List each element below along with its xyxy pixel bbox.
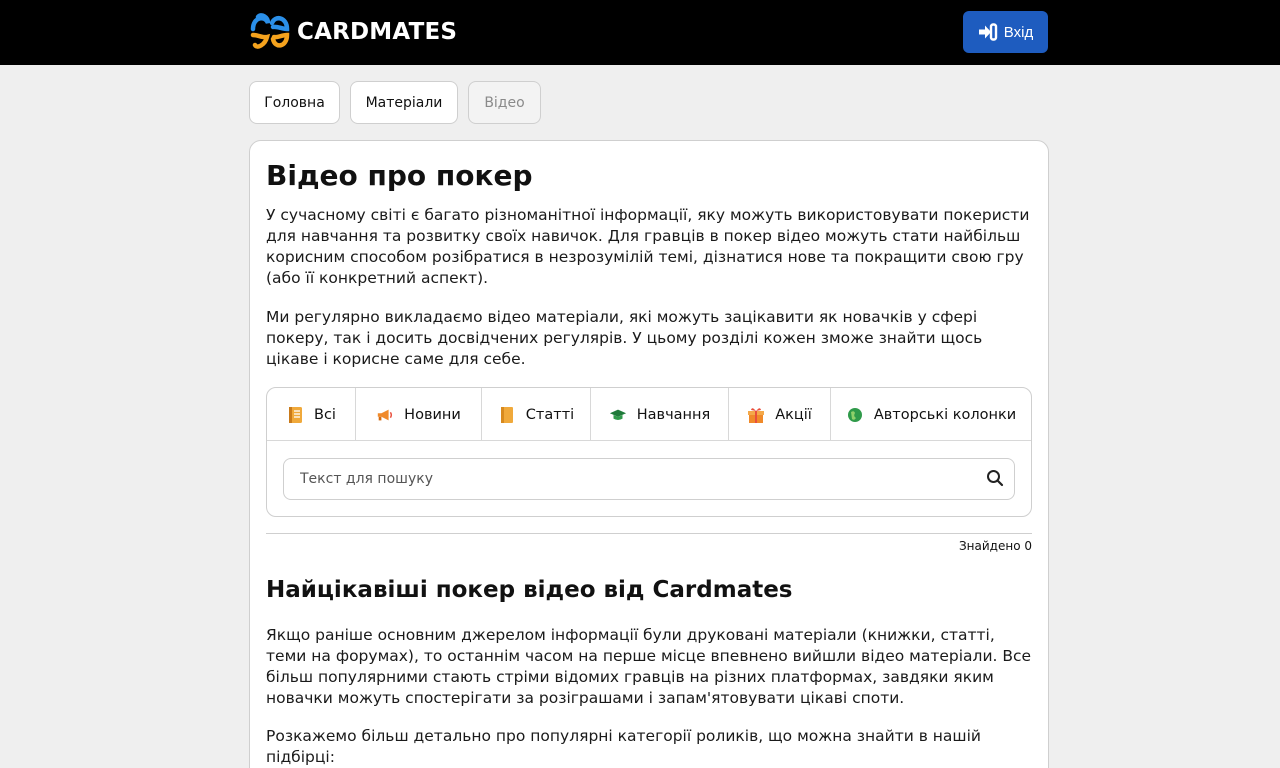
breadcrumb-video: Відео <box>468 81 541 124</box>
tab-author-columns[interactable]: Авторські колонки <box>831 388 1031 441</box>
cardmates-logo-icon <box>250 13 290 49</box>
login-label: Вхід <box>1003 23 1034 41</box>
video-filters: Всі Новини Статті Навчання Акції Авторсь… <box>266 387 1032 517</box>
globe-icon <box>846 406 864 424</box>
section-paragraph-1: Якщо раніше основним джерелом інформації… <box>266 626 1032 707</box>
results-count: Знайдено 0 <box>958 539 1032 553</box>
intro-paragraph-2: Ми регулярно викладаємо відео матеріали,… <box>266 308 983 368</box>
tab-all[interactable]: Всі <box>267 388 356 441</box>
section-paragraph-2: Розкажемо більш детально про популярні к… <box>266 727 981 766</box>
login-button[interactable]: Вхід <box>963 11 1048 53</box>
search-input[interactable] <box>284 459 974 499</box>
gift-icon <box>747 406 765 424</box>
megaphone-icon <box>376 406 394 424</box>
notebook-icon <box>286 406 304 424</box>
main-card: Відео про покер У сучасному світі є бага… <box>249 140 1049 768</box>
tab-label: Всі <box>314 406 336 423</box>
tab-articles[interactable]: Статті <box>482 388 591 441</box>
breadcrumb-home[interactable]: Головна <box>249 81 340 124</box>
results-divider <box>266 533 1032 534</box>
tab-label: Новини <box>404 406 461 423</box>
book-icon <box>498 406 516 424</box>
tab-label: Навчання <box>636 406 711 423</box>
graduation-cap-icon <box>609 406 627 424</box>
tab-label: Статті <box>525 406 575 423</box>
logo[interactable]: CARDMATES <box>249 10 457 54</box>
search-icon[interactable] <box>986 469 1004 491</box>
tab-education[interactable]: Навчання <box>591 388 729 441</box>
section-title: Найцікавіші покер відео від Cardmates <box>266 577 793 603</box>
search-box <box>283 458 1015 500</box>
category-tabs: Всі Новини Статті Навчання Акції Авторсь… <box>267 388 1031 441</box>
intro-paragraph-1: У сучасному світі є багато різноманітної… <box>266 206 1030 287</box>
tab-label: Авторські колонки <box>873 406 1017 423</box>
breadcrumb-materials[interactable]: Матеріали <box>350 81 458 124</box>
top-bar: CARDMATES Вхід <box>0 0 1280 65</box>
tab-label: Акції <box>775 406 812 423</box>
page-title: Відео про покер <box>266 159 533 192</box>
tab-promotions[interactable]: Акції <box>729 388 831 441</box>
brand-name: CARDMATES <box>297 19 458 45</box>
tab-news[interactable]: Новини <box>356 388 482 441</box>
login-arrow-icon <box>978 23 997 41</box>
